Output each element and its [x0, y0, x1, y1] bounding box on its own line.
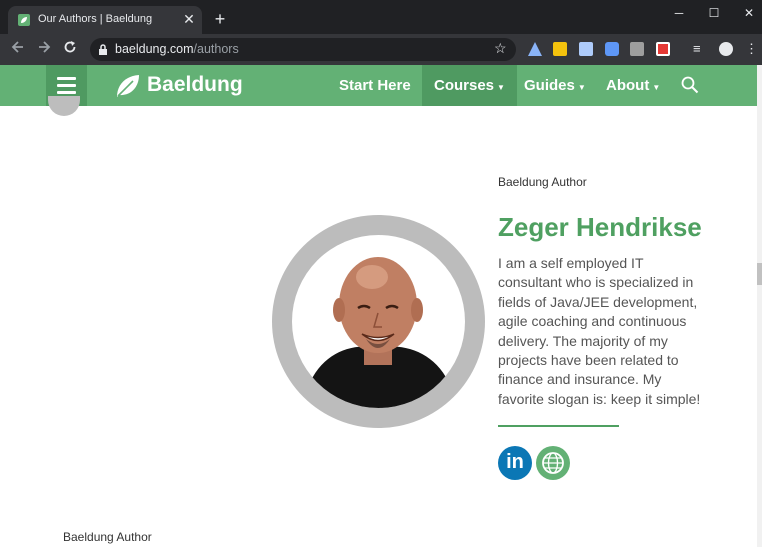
author-avatar — [292, 235, 465, 408]
nav-start-here[interactable]: Start Here — [339, 65, 411, 106]
leaf-icon — [117, 75, 139, 97]
page-scrollbar[interactable] — [757, 65, 762, 547]
url-text: baeldung.com/authors — [115, 42, 239, 56]
chevron-down-icon: ▼ — [497, 83, 505, 92]
chevron-down-icon: ▼ — [577, 83, 586, 92]
chevron-down-icon: ▼ — [652, 83, 661, 92]
browser-tabstrip: Our Authors | Baeldung ✕ + ─ ☐ ✕ — [0, 0, 762, 34]
k-extension-icon[interactable] — [630, 42, 644, 56]
minimize-button[interactable]: ─ — [664, 4, 694, 22]
close-window-button[interactable]: ✕ — [734, 4, 762, 22]
address-bar[interactable]: baeldung.com/authors ☆ — [90, 38, 516, 61]
author-divider — [498, 425, 619, 427]
notes-extension-icon[interactable] — [553, 42, 567, 56]
menu-kebab-icon[interactable]: ⋮ — [745, 42, 758, 56]
edit-extension-icon[interactable] — [579, 42, 593, 56]
bio-line: agile coaching and continuous — [498, 313, 687, 330]
bio-line: favorite slogan is: keep it simple! — [498, 390, 701, 407]
bio-line: consultant who is specialized in — [498, 274, 694, 291]
scrollbar-thumb[interactable] — [757, 263, 762, 285]
media-control-icon[interactable]: ≡ — [693, 42, 707, 56]
bio-line: finance and insurance. My — [498, 371, 662, 388]
nav-guides[interactable]: Guides ▼ — [524, 65, 586, 106]
pocket-extension-icon[interactable] — [656, 42, 670, 56]
maximize-button[interactable]: ☐ — [699, 4, 729, 22]
new-tab-button[interactable]: + — [210, 9, 230, 29]
bio-line: delivery. The majority of my — [498, 332, 668, 349]
previous-author-avatar — [48, 96, 80, 116]
bio-line: fields of Java/JEE development, — [498, 293, 698, 310]
lock-icon — [99, 44, 107, 55]
reload-icon[interactable] — [60, 40, 80, 60]
profile-avatar-icon[interactable] — [719, 42, 733, 56]
tab-close-icon[interactable]: ✕ — [182, 10, 196, 28]
back-arrow-icon[interactable] — [8, 40, 28, 60]
browser-toolbar: baeldung.com/authors ☆ ≡ ⋮ — [0, 34, 762, 65]
author-name[interactable]: Zeger Hendrikse — [498, 212, 702, 243]
bio-line: I am a self employed IT — [498, 255, 644, 271]
baeldung-favicon-icon — [18, 14, 30, 26]
website-icon[interactable] — [536, 446, 570, 480]
bio-line: projects have been related to — [498, 352, 679, 369]
bookmark-star-icon[interactable]: ☆ — [494, 40, 507, 57]
linkedin-icon[interactable]: in — [498, 446, 532, 480]
search-icon[interactable] — [681, 76, 699, 94]
author-bio: I am a self employed IT consultant who i… — [498, 254, 723, 409]
tab-title: Our Authors | Baeldung — [38, 13, 153, 25]
browser-tab[interactable]: Our Authors | Baeldung ✕ — [8, 6, 202, 34]
forward-arrow-icon[interactable] — [34, 40, 54, 60]
logo-text: Baeldung — [147, 73, 243, 96]
nav-courses[interactable]: Courses ▼ — [422, 65, 517, 106]
site-navbar: Baeldung Start Here Courses ▼ Guides ▼ Abo… — [0, 65, 757, 106]
drive-extension-icon[interactable] — [528, 42, 542, 56]
camera-extension-icon[interactable] — [605, 42, 619, 56]
next-author-role-label: Baeldung Author — [63, 530, 152, 544]
author-role-label: Baeldung Author — [498, 175, 587, 189]
nav-about[interactable]: About ▼ — [606, 65, 660, 106]
